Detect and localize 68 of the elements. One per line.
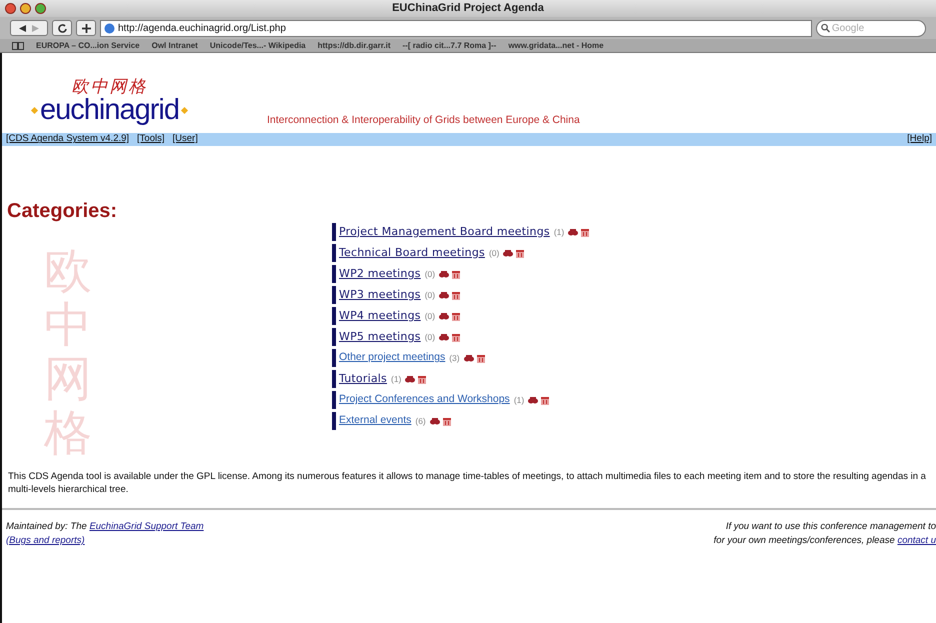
meeting-count: (0) [488,246,500,260]
category-link[interactable]: External events [339,413,412,429]
category-link[interactable]: Tutorials [339,370,387,388]
calendar-icon[interactable] [541,396,550,404]
category-link[interactable]: WP2 meetings [339,266,421,282]
bookmark-link[interactable]: https://db.dir.garr.it [318,40,391,52]
help-link[interactable]: [Help] [907,132,932,147]
bookmark-link[interactable]: Unicode/Tes...- Wikipedia [210,40,306,52]
calendar-icon[interactable] [581,228,590,236]
calendar-icon[interactable] [452,270,460,278]
meeting-count: (0) [424,288,436,302]
meeting-count: (1) [554,226,564,238]
category-link[interactable]: Project Conferences and Workshops [339,392,510,408]
calendar-icon[interactable] [476,354,485,362]
add-bookmark-button[interactable] [76,20,96,36]
category-link[interactable]: Technical Board meetings [339,244,485,262]
url-text: http://agenda.euchinagrid.org/List.php [118,22,286,36]
bookmark-link[interactable]: www.gridata...net - Home [508,40,604,52]
nav-link[interactable]: [Tools] [137,132,165,147]
bookmark-link[interactable]: EUROPA – CO...ion Service [36,40,140,52]
window-title: EUChinaGrid Project Agenda [392,1,544,16]
bookmark-link[interactable]: Owl Intranet [152,40,198,52]
window-button-icon[interactable] [35,3,46,14]
category-link[interactable]: Other project meetings [339,350,446,366]
contact-text: for your own meetings/conferences, please contact u [714,534,936,548]
calendar-icon[interactable] [452,290,460,300]
categories-heading: Categories: [7,201,118,221]
calendar-icon[interactable] [452,312,460,320]
calendar-icon[interactable] [442,416,451,426]
support-team-link[interactable]: EuchinaGrid Support Team [89,521,204,532]
calendar-icon[interactable] [418,374,426,384]
plus-icon [82,24,90,32]
category-link[interactable]: WP4 meetings [339,308,421,324]
reload-button[interactable] [52,20,72,36]
bugs-link[interactable]: (Bugs and reports) [6,534,204,548]
logo-chinese: 欧中网格 [71,79,148,96]
calendar-icon[interactable] [516,248,524,258]
meeting-count: (6) [415,414,426,428]
maintainer-text: Maintained by: The EuchinaGrid Support Team [6,520,204,534]
nav-link[interactable]: [User] [172,132,198,147]
back-forward-button[interactable] [10,20,48,36]
meeting-count: (1) [390,372,402,386]
meeting-count: (0) [424,330,436,344]
search-field[interactable]: Google [816,20,926,36]
forward-icon [32,24,39,32]
tagline: Interconnection & Interoperability of Grids between Europe & China [266,113,580,128]
bookmark-link[interactable]: --[ radio cit...7.7 Roma ]-- [402,40,496,52]
search-icon [821,23,830,33]
meeting-count: (0) [424,310,436,322]
usage-text: If you want to use this conference management to [726,520,936,534]
calendar-icon[interactable] [452,332,460,342]
contact-link[interactable]: contact u [897,535,936,546]
reload-icon [58,24,66,32]
category-link[interactable]: WP5 meetings [339,328,421,346]
back-icon [19,24,26,32]
address-field[interactable]: http://agenda.euchinagrid.org/List.php [100,20,812,36]
category-link[interactable]: WP3 meetings [339,286,421,304]
logo-text: euchinagrid [40,96,179,125]
search-input[interactable]: Google [832,20,921,36]
window-button-icon[interactable] [20,3,31,14]
category-link[interactable]: Project Management Board meetings [339,224,550,240]
meeting-count: (1) [514,394,524,406]
description-text: This CDS Agenda tool is available under the GPL license. Among its numerous features it allows to manage time-tables of meetings, to attach multimedia files to each meeting item and to store the resulting agendas in a multi-levels hierarchical tree. [8,470,927,496]
meeting-count: (0) [424,268,436,280]
book-icon[interactable] [12,42,24,50]
meeting-count: (3) [449,352,460,364]
window-button-icon[interactable] [5,3,16,14]
nav-link[interactable]: [CDS Agenda System v4.2.9] [6,132,130,147]
